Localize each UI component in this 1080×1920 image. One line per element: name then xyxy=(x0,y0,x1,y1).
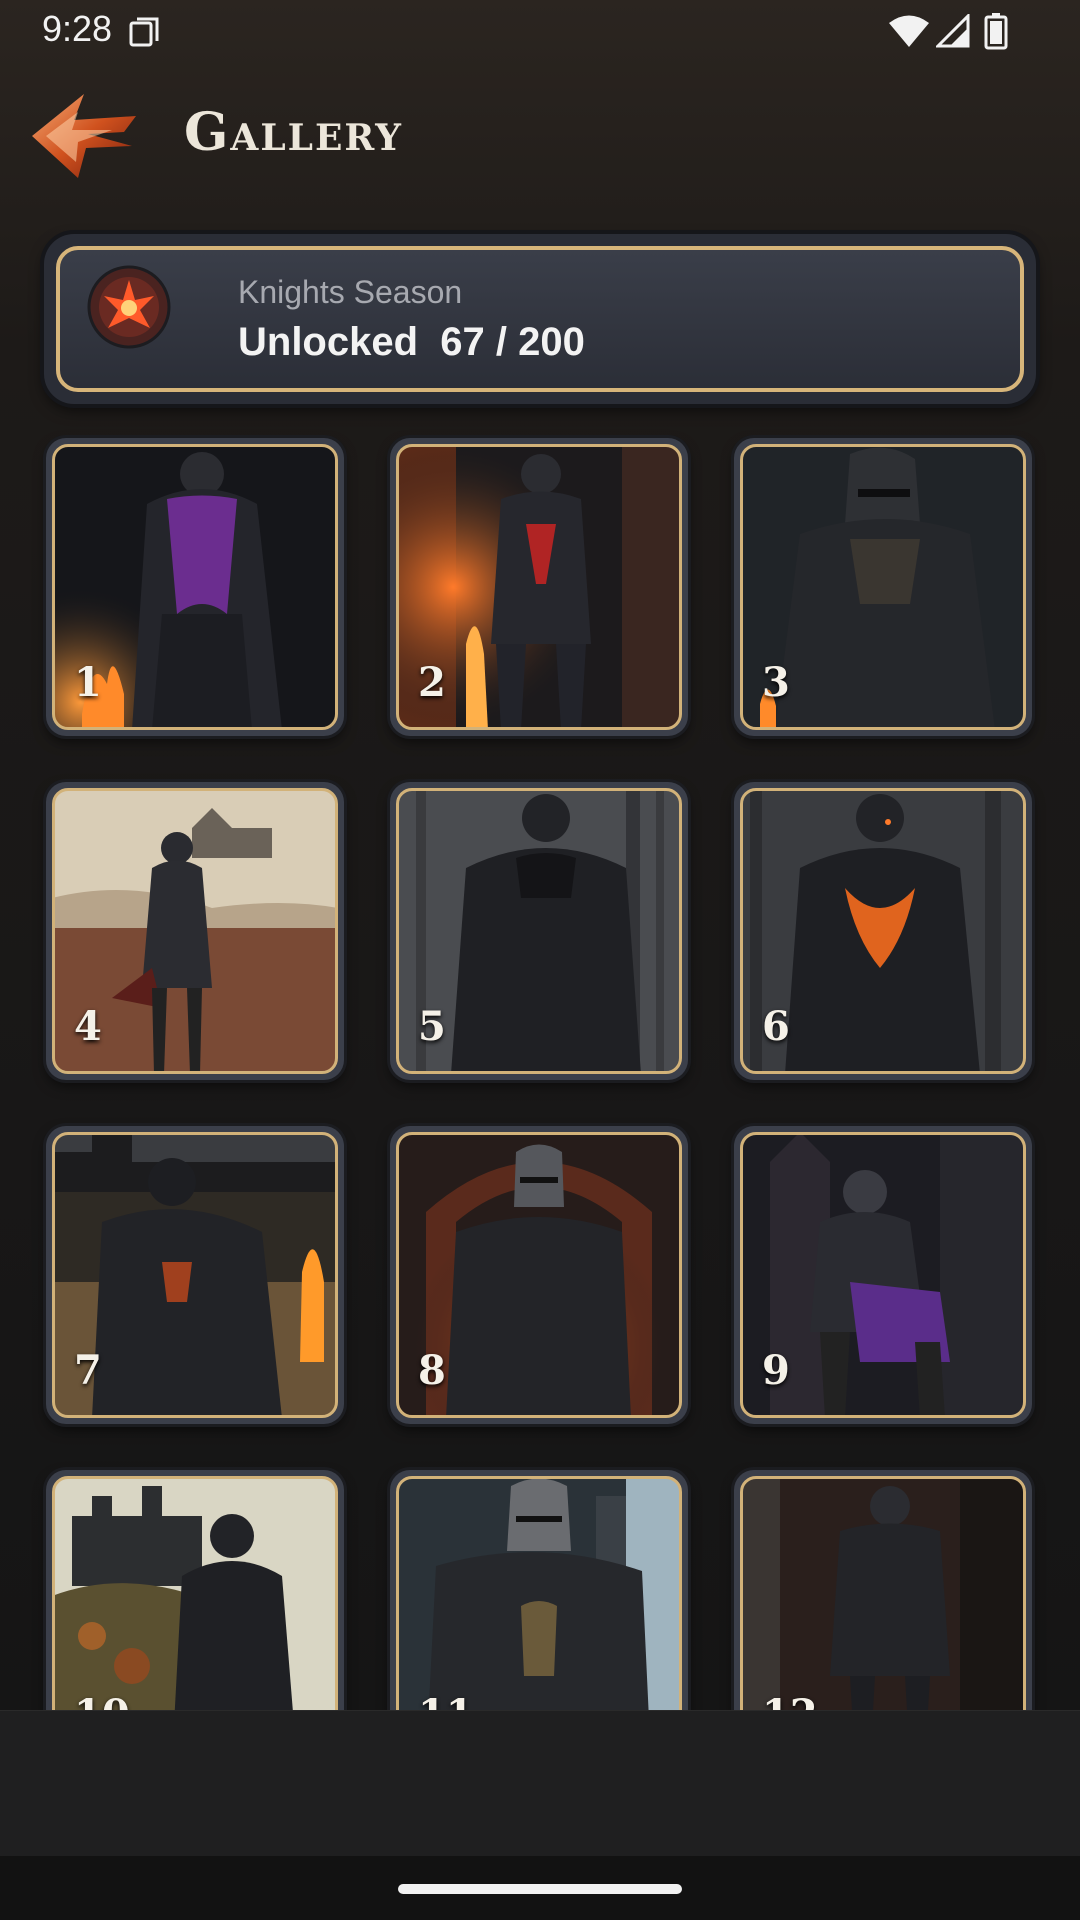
gallery-card-11[interactable]: 11 xyxy=(390,1470,688,1710)
bottom-bar xyxy=(0,1710,1080,1857)
card-number: 7 xyxy=(74,1347,102,1394)
gallery-card-1[interactable]: 1 xyxy=(46,438,344,736)
gallery-card-3[interactable]: 3 xyxy=(734,438,1032,736)
card-number: 12 xyxy=(762,1691,818,1710)
gallery-card-4[interactable]: 4 xyxy=(46,782,344,1080)
card-number: 5 xyxy=(418,1003,446,1050)
card-number: 8 xyxy=(418,1347,446,1394)
gallery-card-10[interactable]: 10 xyxy=(46,1470,344,1710)
card-number: 6 xyxy=(762,1003,790,1050)
card-number: 4 xyxy=(74,1003,102,1050)
gallery-card-8[interactable]: 8 xyxy=(390,1126,688,1424)
card-number: 1 xyxy=(74,659,102,706)
gallery-grid: 1 2 3 4 5 6 7 8 9 xyxy=(0,0,1080,1710)
gallery-card-7[interactable]: 7 xyxy=(46,1126,344,1424)
card-number: 9 xyxy=(762,1347,790,1394)
card-gold-frame xyxy=(396,1476,682,1710)
gallery-card-6[interactable]: 6 xyxy=(734,782,1032,1080)
card-gold-frame xyxy=(740,1476,1026,1710)
card-number: 10 xyxy=(74,1691,130,1710)
home-indicator[interactable] xyxy=(398,1884,682,1894)
card-number: 11 xyxy=(418,1691,474,1710)
gallery-card-5[interactable]: 5 xyxy=(390,782,688,1080)
card-number: 3 xyxy=(762,659,790,706)
gallery-card-12[interactable]: 12 xyxy=(734,1470,1032,1710)
gallery-card-9[interactable]: 9 xyxy=(734,1126,1032,1424)
card-gold-frame xyxy=(52,1476,338,1710)
card-number: 2 xyxy=(418,659,446,706)
gallery-card-2[interactable]: 2 xyxy=(390,438,688,736)
